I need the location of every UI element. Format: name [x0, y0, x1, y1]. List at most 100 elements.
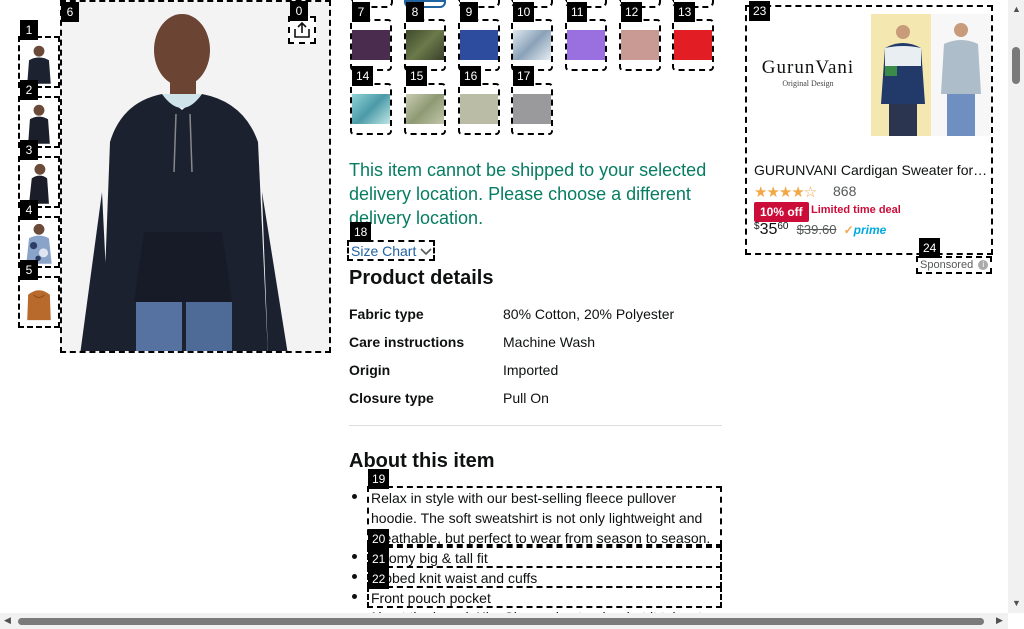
annotation-tag: 8: [406, 2, 424, 22]
model-hoodie-image: [62, 2, 329, 351]
scroll-left-icon[interactable]: ◀: [4, 615, 11, 626]
swatch-color: [460, 94, 498, 124]
about-bullet-3[interactable]: Ribbed knit waist and cuffs: [367, 566, 722, 588]
info-icon: i: [978, 260, 989, 271]
thumbnail-5[interactable]: [18, 276, 60, 328]
color-swatch[interactable]: [565, 19, 607, 71]
color-swatch[interactable]: [458, 19, 500, 71]
brand-logo: GurunVani Original Design: [755, 57, 861, 88]
color-swatch[interactable]: [404, 19, 446, 71]
swatch-color: [567, 30, 605, 60]
size-chart-label: Size Chart: [351, 243, 417, 259]
annotation-tag: 13: [674, 2, 696, 22]
bullet-dot: [352, 554, 357, 559]
bullet-dot: [352, 594, 357, 599]
bullet-dot: [352, 494, 357, 499]
vertical-scroll-thumb[interactable]: [1012, 47, 1020, 84]
color-swatch[interactable]: [350, 19, 392, 71]
annotation-tag: 24: [919, 238, 941, 258]
sponsored-ad-card[interactable]: GurunVani Original Design GURUNVANI Card…: [745, 5, 993, 255]
price-fraction: 60: [777, 221, 789, 232]
annotation-tag: 14: [352, 66, 374, 86]
product-details-heading: Product details: [349, 267, 494, 289]
prime-badge: ✓prime: [843, 223, 887, 237]
annotation-tag: 23: [749, 1, 771, 21]
color-swatch[interactable]: [511, 83, 553, 135]
swatch-color: [460, 30, 498, 60]
color-swatch[interactable]: [404, 83, 446, 135]
about-bullet-1[interactable]: Relax in style with our best-selling fle…: [367, 486, 722, 546]
shipping-warning: This item cannot be shipped to your sele…: [349, 160, 707, 228]
annotation-tag: 16: [460, 66, 482, 86]
detail-value: 80% Cotton, 20% Polyester: [503, 306, 675, 322]
detail-key: Closure type: [349, 390, 434, 406]
annotation-tag: 7: [352, 2, 370, 22]
list-price: $39.60: [796, 222, 837, 237]
annotation-tag: 22: [368, 569, 390, 589]
color-swatch[interactable]: [458, 83, 500, 135]
bullet-dot: [352, 574, 357, 579]
brand-logo-text: GurunVani: [761, 57, 855, 78]
annotation-tag: 2: [20, 80, 38, 100]
annotation-tag: 20: [368, 529, 390, 549]
swatch-color: [352, 94, 390, 124]
about-bullet-2[interactable]: Roomy big & tall fit: [367, 546, 722, 568]
share-icon: [294, 21, 310, 38]
vertical-scrollbar[interactable]: ▲ ▼: [1008, 0, 1024, 613]
section-divider: [349, 425, 722, 426]
annotation-tag: 9: [460, 2, 478, 22]
color-swatch[interactable]: [672, 19, 714, 71]
annotation-tag: 0: [290, 1, 308, 21]
annotation-tag: 17: [513, 66, 535, 86]
annotation-tag: 15: [406, 66, 428, 86]
detail-key: Care instructions: [349, 334, 465, 350]
brand-tagline: Original Design: [782, 79, 834, 88]
annotation-tag: 18: [350, 222, 372, 242]
swatch-color: [513, 94, 551, 124]
color-swatch[interactable]: [619, 19, 661, 71]
swatch-color: [406, 94, 444, 124]
annotation-tag: 19: [368, 469, 390, 489]
ad-product-image: [871, 14, 991, 136]
annotation-tag: 21: [368, 549, 390, 569]
product-page: This item cannot be shipped to your sele…: [0, 0, 1024, 629]
annotation-tag: 11: [567, 2, 588, 22]
swatch-color: [621, 30, 659, 60]
color-swatch[interactable]: [350, 83, 392, 135]
horizontal-scroll-thumb[interactable]: [18, 618, 984, 625]
annotation-tag: 10: [513, 2, 535, 22]
about-bullet-4[interactable]: Front pouch pocket: [367, 586, 722, 608]
sponsored-text: Sponsored: [920, 259, 974, 271]
annotation-tag: 12: [621, 2, 643, 22]
prime-text: prime: [853, 223, 887, 237]
annotation-tag: 6: [61, 2, 79, 22]
rating-count[interactable]: 868: [833, 183, 856, 199]
swatch-color: [674, 30, 712, 60]
detail-value: Pull On: [503, 390, 549, 406]
sponsored-label[interactable]: Sponsored i: [916, 256, 992, 274]
main-product-image[interactable]: [60, 0, 331, 353]
annotation-tag: 3: [20, 140, 38, 160]
chevron-down-icon: [420, 242, 432, 260]
annotation-tag: 1: [20, 20, 38, 40]
detail-key: Origin: [349, 362, 391, 378]
scroll-right-icon[interactable]: ▶: [996, 615, 1003, 626]
scroll-up-icon[interactable]: ▲: [1012, 4, 1021, 14]
horizontal-scrollbar[interactable]: ◀ ▶: [0, 613, 1008, 629]
detail-key: Fabric type: [349, 306, 424, 322]
annotation-tag: 4: [20, 200, 38, 220]
swatch-color: [513, 30, 551, 60]
deal-text: Limited time deal: [811, 204, 901, 216]
size-chart-link[interactable]: Size Chart: [347, 240, 435, 261]
ad-price: $3560 $39.60 ✓prime: [754, 221, 886, 239]
swatch-color: [352, 30, 390, 60]
scroll-down-icon[interactable]: ▼: [1012, 598, 1021, 608]
annotation-tag: 5: [20, 260, 38, 280]
detail-value: Imported: [503, 362, 559, 378]
detail-value: Machine Wash: [503, 334, 596, 350]
rating-stars: ★★★★☆: [754, 184, 817, 201]
ad-title[interactable]: GURUNVANI Cardigan Sweater for…: [754, 162, 990, 178]
price-whole: 35: [759, 221, 778, 238]
deal-badge: 10% off: [754, 202, 809, 222]
color-swatch[interactable]: [511, 19, 553, 71]
